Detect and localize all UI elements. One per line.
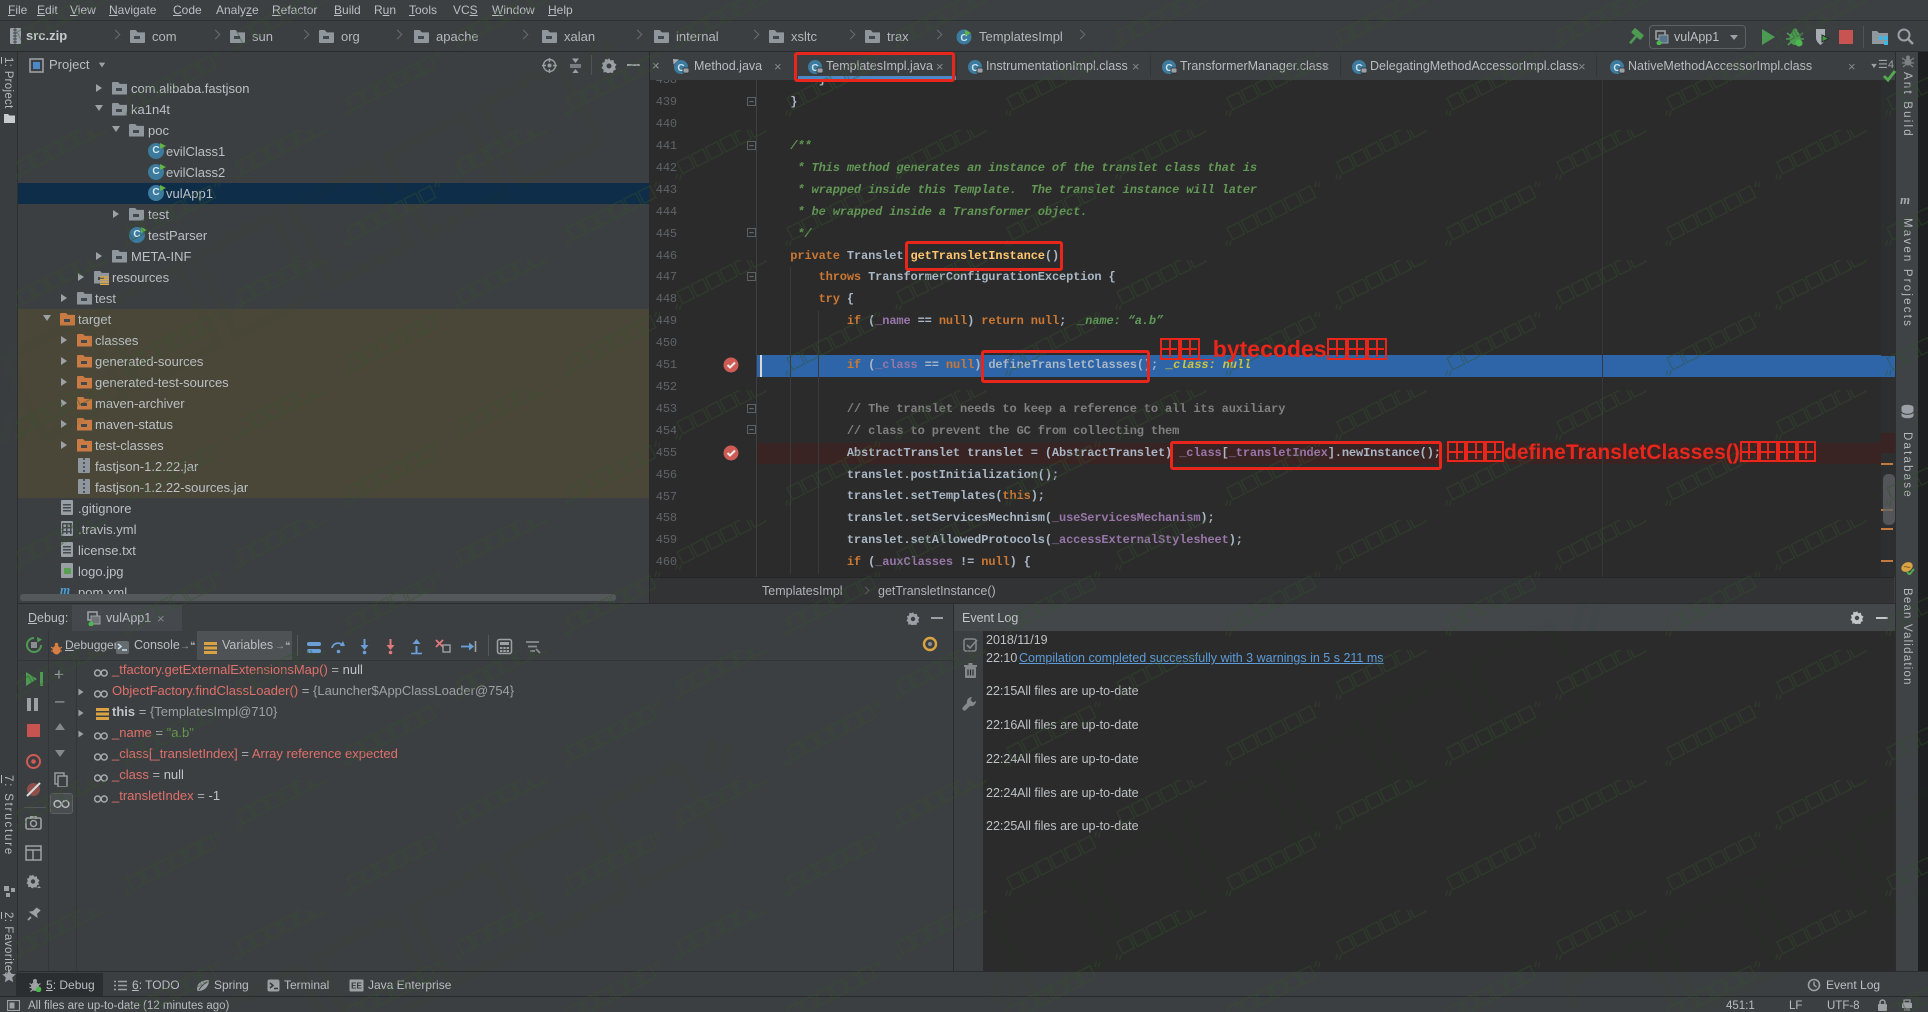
svg-text:EE: EE	[351, 982, 362, 991]
